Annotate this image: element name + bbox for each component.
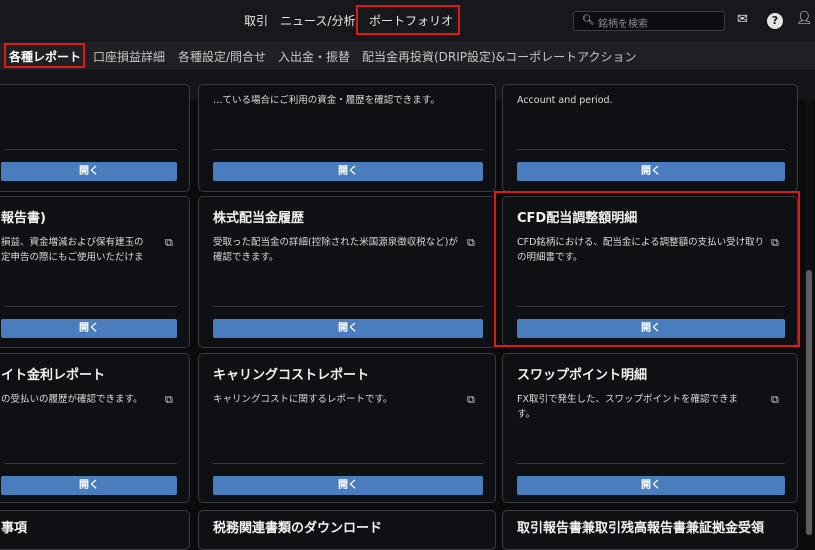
card-description: の受払いの履歴が確認できます。	[1, 394, 143, 405]
open-button[interactable]: 開く	[1, 476, 177, 495]
open-button[interactable]: 開く	[213, 162, 483, 181]
tab-account-pl[interactable]: 口座損益詳細	[93, 48, 165, 65]
tab-settings[interactable]: 各種設定/問合せ	[178, 48, 266, 65]
card-title: 報告書)	[1, 211, 46, 226]
report-card-trade-report: 取引報告書兼取引残高報告書兼証拠金受領	[502, 510, 798, 550]
card-description: FX取引で発生した、スワップポイントを確認できます。	[517, 394, 738, 420]
card-title: 事項	[1, 521, 28, 536]
copy-icon[interactable]: ⧉	[165, 393, 173, 407]
report-card-carrying-cost: キャリングコストレポート キャリングコストに関するレポートです。 ⧉ 開く	[198, 353, 496, 503]
report-card-interest: イト金利レポート の受払いの履歴が確認できます。 ⧉ 開く	[0, 353, 190, 503]
card-description: 受取った配当金の詳細(控除された米国源泉徴収税など)が確認できます。	[213, 237, 458, 263]
open-button[interactable]: 開く	[1, 162, 177, 181]
card-title: キャリングコストレポート	[213, 368, 370, 383]
card-divider	[213, 463, 483, 464]
report-card-swap-points: スワップポイント明細 FX取引で発生した、スワップポイントを確認できます。 ⧉ …	[502, 353, 798, 503]
copy-icon[interactable]: ⧉	[165, 236, 173, 250]
card-description: キャリングコストに関するレポートです。	[213, 394, 393, 405]
copy-icon[interactable]: ⧉	[467, 236, 475, 250]
search-input[interactable]: 🔍︎ 銘柄を検索	[573, 11, 725, 31]
card-divider	[213, 306, 483, 307]
mail-icon[interactable]: ✉	[737, 12, 748, 27]
copy-icon[interactable]: ⧉	[771, 393, 779, 407]
open-button[interactable]: 開く	[213, 319, 483, 338]
report-card: …ている場合にご利用の資金・履歴を確認できます。 開く	[198, 84, 496, 192]
nav-news-analysis[interactable]: ニュース/分析	[280, 12, 355, 29]
tab-drip[interactable]: 配当金再投資(DRIP設定)&コーポレートアクション	[362, 48, 636, 65]
open-button[interactable]: 開く	[517, 162, 785, 181]
portfolio-highlight-box	[356, 5, 460, 35]
card-divider	[517, 149, 785, 150]
report-card-stock-dividend: 株式配当金履歴 受取った配当金の詳細(控除された米国源泉徴収税など)が確認できま…	[198, 196, 496, 348]
user-icon[interactable]: 👤︎	[796, 11, 813, 26]
card-divider	[213, 149, 483, 150]
reports-tab-highlight-box	[4, 43, 85, 68]
card-title: 株式配当金履歴	[213, 211, 305, 226]
open-button[interactable]: 開く	[517, 476, 785, 495]
search-icon: 🔍︎	[582, 15, 595, 26]
tab-deposit-withdraw[interactable]: 入出金・振替	[278, 48, 350, 65]
scrollbar-thumb[interactable]	[806, 270, 812, 535]
cfd-card-highlight-box	[494, 191, 800, 347]
report-card: 事項	[0, 510, 190, 550]
report-card-tax-docs: 税務関連書類のダウンロード	[198, 510, 496, 550]
card-divider	[5, 306, 177, 307]
card-divider	[517, 463, 785, 464]
report-card: Account and period. 開く	[502, 84, 798, 192]
card-divider	[5, 463, 177, 464]
card-description: …ている場合にご利用の資金・履歴を確認できます。	[213, 95, 440, 106]
report-card-annual: 報告書) 損益、資金増減および保有建玉の 定申告の際にもご使用いただけま ⧉ 開…	[0, 196, 190, 348]
open-button[interactable]: 開く	[213, 476, 483, 495]
card-title: イト金利レポート	[1, 368, 106, 383]
card-divider	[5, 149, 177, 150]
card-title: 税務関連書類のダウンロード	[213, 521, 383, 536]
copy-icon[interactable]: ⧉	[467, 393, 475, 407]
card-description: Account and period.	[517, 95, 613, 106]
help-icon[interactable]: ?	[767, 13, 783, 29]
card-title: 取引報告書兼取引残高報告書兼証拠金受領	[517, 521, 765, 536]
open-button[interactable]: 開く	[1, 319, 177, 338]
search-placeholder: 銘柄を検索	[598, 19, 648, 30]
report-card: 開く	[0, 84, 190, 192]
card-description: 損益、資金増減および保有建玉の 定申告の際にもご使用いただけま	[1, 237, 144, 263]
card-title: スワップポイント明細	[517, 368, 648, 383]
nav-trade[interactable]: 取引	[244, 12, 268, 29]
